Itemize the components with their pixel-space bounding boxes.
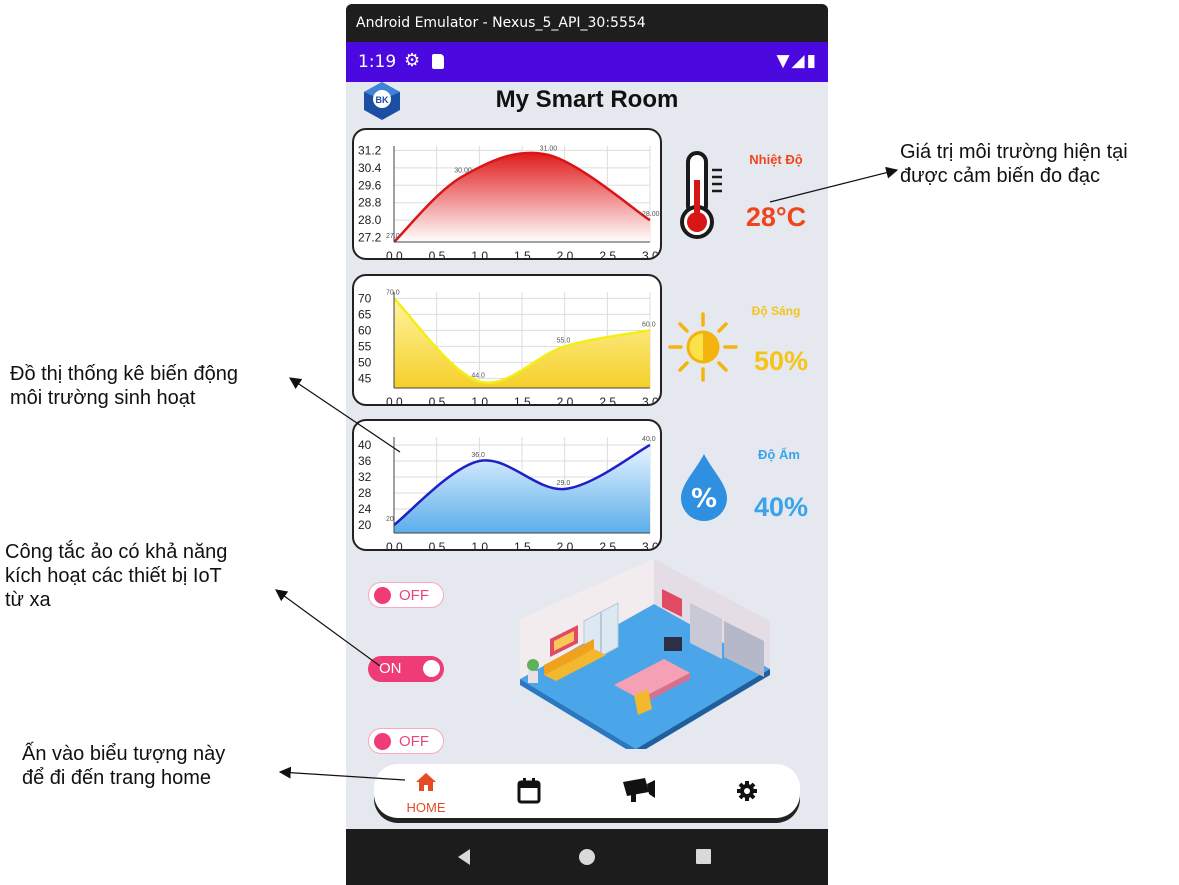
arrow-to-home-annotation — [278, 766, 406, 781]
arrow-to-chart-annotation — [289, 377, 401, 453]
arrow-to-values — [769, 166, 899, 203]
arrow-to-switch-annotation — [275, 589, 381, 667]
annotation-arrows — [275, 166, 899, 781]
